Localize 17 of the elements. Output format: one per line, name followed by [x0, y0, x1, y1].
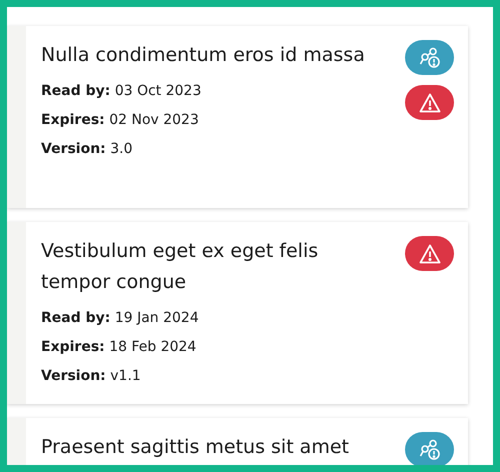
field-text: Expires: 02 Nov 2023 — [41, 111, 200, 130]
field-text: Version: 3.0 — [41, 140, 134, 159]
field-text: Version: v1.1 — [41, 367, 142, 386]
workflow-icon — [418, 46, 440, 68]
field-text: Expires: 18 Feb 2024 — [41, 338, 198, 357]
warning-button[interactable] — [405, 236, 454, 271]
warning-icon — [418, 244, 440, 264]
workflow-button[interactable] — [405, 40, 454, 75]
workflow-button[interactable] — [405, 432, 454, 465]
warning-icon — [418, 92, 440, 112]
workflow-icon — [418, 438, 440, 460]
card-title: Praesent sagittis metus sit amet — [41, 435, 350, 460]
card-title: Nulla condimentum eros id massa — [41, 43, 366, 68]
field-text: Read by: 19 Jan 2024 — [41, 309, 200, 328]
field-text: Read by: 03 Oct 2023 — [41, 82, 202, 101]
warning-button[interactable] — [405, 85, 454, 120]
card-title: Vestibulum eget ex eget felis tempor congue — [41, 239, 320, 295]
